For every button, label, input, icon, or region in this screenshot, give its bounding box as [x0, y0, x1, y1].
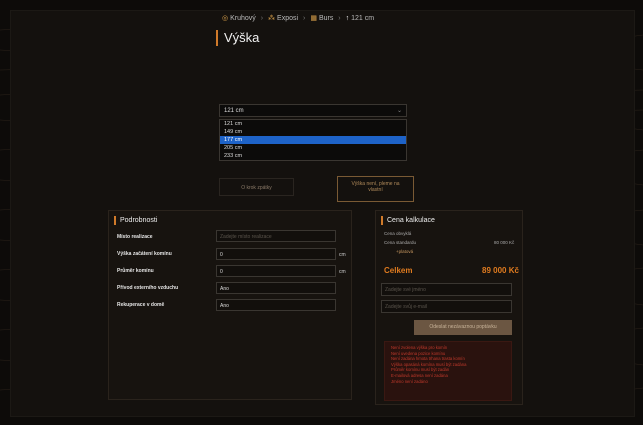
unit-label: cm: [339, 252, 346, 258]
crumb-height[interactable]: ↑ 121 cm: [346, 15, 374, 22]
details-title: Podrobnosti: [114, 216, 157, 225]
height-option[interactable]: 205 cm: [220, 144, 406, 152]
plus-link[interactable]: +platová: [396, 249, 413, 254]
base-price-label: Cena obvyklá: [384, 231, 412, 236]
height-option[interactable]: 233 cm: [220, 152, 406, 160]
crumb-exposi[interactable]: ⁂ Exposi: [268, 15, 298, 22]
standard-price-label: Cena standardu: [384, 240, 417, 245]
total-label: Celkem: [384, 266, 413, 275]
breadcrumb-separator: ›: [260, 15, 264, 22]
detail-label: Místo realizace: [117, 234, 153, 240]
height-select-value: 121 cm: [224, 108, 244, 114]
grid-icon: ▦: [310, 15, 317, 22]
recuperation-select[interactable]: Ano: [216, 299, 336, 311]
back-button[interactable]: O krok zpátky: [219, 178, 294, 196]
detail-label: Výška začátení komínu: [117, 251, 172, 257]
circle-icon: ◎: [222, 15, 229, 22]
detail-label: Rekuperace v domě: [117, 302, 165, 308]
external-air-select[interactable]: Ano: [216, 282, 336, 294]
height-option-highlighted[interactable]: 177 cm: [220, 136, 406, 144]
height-option[interactable]: 149 cm: [220, 128, 406, 136]
chimney-diameter-input[interactable]: 0: [216, 265, 336, 277]
nodes-icon: ⁂: [268, 15, 276, 22]
total-value: 89 000 Kč: [482, 266, 519, 275]
crumb-kruhovy[interactable]: ◎ Kruhový: [222, 15, 256, 22]
standard-price-value: 80 000 Kč: [494, 240, 515, 245]
submit-inquiry-button[interactable]: Odeslat nezávaznou poptávku: [414, 320, 512, 335]
crumb-burs[interactable]: ▦ Burs: [310, 15, 333, 22]
breadcrumb-separator: ›: [338, 15, 341, 22]
page-title: Výška: [216, 30, 259, 46]
arrow-up-icon: ↑: [345, 15, 350, 22]
location-input[interactable]: Zadejte místo realizace: [216, 230, 336, 242]
email-input[interactable]: Zadejte svůj e-mail: [381, 300, 512, 313]
breadcrumb-separator: ›: [303, 15, 306, 22]
name-input[interactable]: Zadejte své jméno: [381, 283, 512, 296]
breadcrumb: ◎ Kruhový › ⁂ Exposi › ▦ Burs › ↑ 121 cm: [222, 14, 374, 22]
height-select[interactable]: 121 cm ⌄: [219, 104, 407, 117]
detail-label: Průměr komínu: [117, 268, 154, 274]
detail-label: Přívod externího vzduchu: [117, 285, 179, 291]
height-option[interactable]: 121 cm: [220, 120, 406, 128]
chimney-height-input[interactable]: 0: [216, 248, 336, 260]
price-title: Cena kalkulace: [381, 216, 435, 225]
height-dropdown: 121 cm 149 cm 177 cm 205 cm 233 cm: [219, 119, 407, 161]
custom-height-button[interactable]: Výška není, pleme na vlastní: [337, 176, 414, 202]
validation-errors: Není zvolena výška pro komín Není uveden…: [384, 341, 512, 401]
error-message: Jméno není zadáno: [391, 378, 428, 384]
unit-label: cm: [339, 269, 346, 275]
chevron-down-icon: ⌄: [396, 108, 402, 114]
